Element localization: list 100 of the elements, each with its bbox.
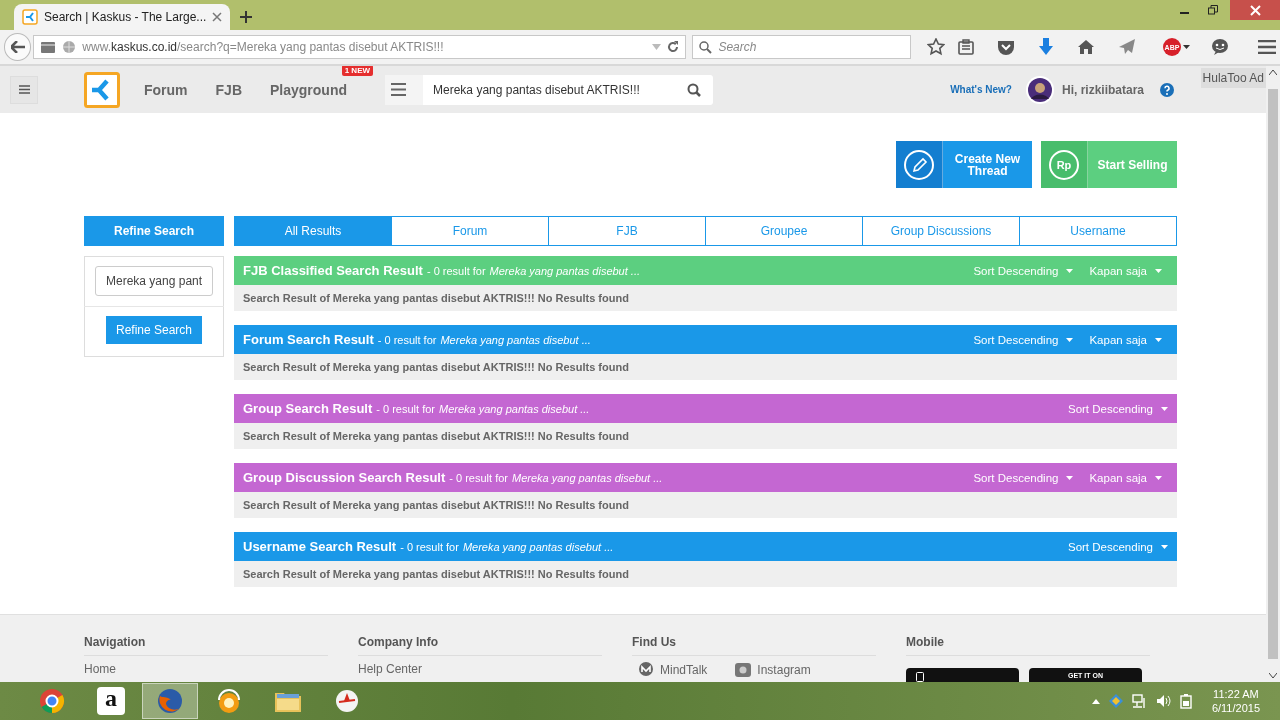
browser-search-field[interactable]: Search	[692, 35, 911, 59]
home-icon[interactable]	[1077, 39, 1095, 55]
result-count: - 0 result for	[377, 333, 437, 346]
network-icon[interactable]	[1131, 693, 1148, 709]
social-link[interactable]: Instagram	[757, 663, 811, 677]
new-badge: 1 NEW	[341, 66, 374, 76]
no-results-message: Search Result of Mereka yang pantas disebut AKTRIS!!! No Results found	[234, 492, 1177, 518]
no-results-message: Search Result of Mereka yang pantas disebut AKTRIS!!! No Results found	[234, 561, 1177, 587]
result-title: FJB Classified Search Result	[243, 263, 423, 278]
result-count: - 0 result for	[376, 402, 435, 415]
footer-link[interactable]: Home	[84, 662, 116, 676]
caret-icon	[1155, 475, 1162, 480]
help-icon[interactable]	[1160, 82, 1174, 97]
clipboard-icon[interactable]	[958, 39, 974, 55]
search-icon[interactable]	[687, 82, 702, 97]
globe-icon	[62, 40, 77, 54]
caret-icon	[1066, 337, 1074, 342]
whats-new-link[interactable]: What's New?	[950, 84, 1012, 95]
menu-icon[interactable]	[390, 83, 406, 96]
scrollbar[interactable]	[1266, 66, 1280, 682]
tower-icon	[334, 688, 360, 714]
search-icon	[699, 40, 713, 54]
footer-heading: Company Info	[358, 635, 602, 656]
currency-icon: Rp	[1049, 149, 1079, 180]
result-title: Group Discussion Search Result	[243, 470, 446, 485]
tray-expand-icon[interactable]	[1091, 698, 1100, 704]
volume-icon[interactable]	[1155, 694, 1172, 708]
scroll-down-icon[interactable]	[1269, 673, 1277, 678]
star-icon[interactable]	[927, 38, 945, 56]
close-icon[interactable]	[212, 12, 223, 22]
time-filter-dropdown[interactable]: Kapan saja	[1089, 264, 1162, 277]
nav-link-label[interactable]: FJB	[215, 81, 242, 98]
mindtalk-icon	[638, 662, 654, 678]
caret-icon	[1066, 475, 1074, 480]
social-link[interactable]: MindTalk	[660, 663, 708, 677]
caret-icon	[1155, 337, 1162, 342]
taskbar-app[interactable]	[142, 683, 198, 719]
nav-link-label[interactable]: Playground	[270, 81, 348, 98]
paper-plane-icon[interactable]	[1118, 39, 1136, 55]
battery-icon[interactable]	[1179, 693, 1192, 709]
back-button[interactable]	[4, 33, 32, 61]
result-title: Forum Search Result	[243, 332, 374, 347]
result-query: Mereka yang pantas disebut ...	[511, 471, 663, 484]
orb-icon	[215, 688, 243, 714]
no-results-message: Search Result of Mereka yang pantas disebut AKTRIS!!! No Results found	[234, 285, 1177, 311]
sort-dropdown[interactable]: Sort Descending	[1067, 402, 1168, 415]
chat-icon[interactable]	[1211, 39, 1229, 55]
colorful-tray-icon[interactable]	[1107, 693, 1124, 709]
avatar-icon[interactable]	[1027, 77, 1052, 102]
download-icon[interactable]	[1038, 38, 1054, 56]
pocket-icon[interactable]	[997, 39, 1015, 55]
tab-title: Search | Kaskus - The Large...	[44, 10, 207, 24]
caret-icon	[1161, 406, 1168, 411]
refine-search-button[interactable]: Refine Search	[105, 316, 202, 344]
sort-dropdown[interactable]: Sort Descending	[1067, 540, 1168, 553]
caret-icon	[1161, 544, 1168, 549]
caret-icon[interactable]	[1183, 45, 1190, 49]
footer-heading: Find Us	[632, 635, 876, 656]
refine-input-field[interactable]: Mereka yang pant	[95, 266, 213, 296]
nav-link-label[interactable]: Forum	[144, 81, 188, 98]
close-window-button[interactable]	[1230, 0, 1280, 20]
refine-search-title: Refine Search	[84, 216, 224, 246]
restore-icon[interactable]	[1208, 5, 1218, 15]
result-tab[interactable]: All Results	[235, 217, 391, 245]
footer-link[interactable]: Help Center	[358, 662, 423, 676]
sort-dropdown[interactable]: Sort Descending	[973, 333, 1074, 346]
caret-icon	[1155, 268, 1162, 273]
logo-icon	[22, 9, 38, 25]
clock-time[interactable]: 11:22 AM	[1213, 687, 1259, 701]
menu-icon[interactable]	[1258, 40, 1276, 54]
user-greeting[interactable]: Hi, rizkiibatara	[1061, 82, 1144, 97]
new-tab-icon[interactable]	[240, 11, 253, 23]
ad-label: HulaToo Ad	[1200, 68, 1266, 88]
clock-date[interactable]: 6/11/2015	[1211, 701, 1260, 715]
caret-icon	[1066, 268, 1074, 273]
time-filter-dropdown[interactable]: Kapan saja	[1089, 471, 1162, 484]
app-store-badge[interactable]	[906, 668, 1019, 682]
ring-logo-icon	[39, 688, 65, 714]
address-bar[interactable]: www.kaskus.co.id/search?q=Mereka yang pantas disebut AKTRIS!!!	[33, 35, 687, 59]
browser-tab[interactable]: Search | Kaskus - The Large...	[14, 4, 231, 30]
menu-button[interactable]	[10, 75, 38, 104]
phone-icon	[916, 672, 924, 682]
sort-dropdown[interactable]: Sort Descending	[973, 264, 1074, 277]
page-icon	[40, 40, 57, 54]
taskbar-app[interactable]: a	[83, 683, 139, 719]
sort-dropdown[interactable]: Sort Descending	[973, 471, 1074, 484]
footer-heading: Navigation	[84, 635, 328, 656]
result-title: Username Search Result	[243, 539, 397, 554]
footer-heading: Mobile	[906, 635, 1150, 656]
reload-icon[interactable]	[667, 41, 680, 53]
result-count: - 0 result for	[449, 471, 508, 484]
fox-globe-icon	[157, 688, 183, 714]
start-selling-button[interactable]: Rp Start Selling	[1041, 141, 1177, 188]
no-results-message: Search Result of Mereka yang pantas disebut AKTRIS!!! No Results found	[234, 354, 1177, 380]
result-title: Group Search Result	[243, 401, 373, 416]
no-results-message: Search Result of Mereka yang pantas disebut AKTRIS!!! No Results found	[234, 423, 1177, 449]
scroll-up-icon[interactable]	[1269, 70, 1277, 75]
time-filter-dropdown[interactable]: Kapan saja	[1089, 333, 1162, 346]
create-thread-button[interactable]: Create New Thread	[896, 141, 1032, 188]
logo-icon[interactable]	[84, 71, 120, 108]
